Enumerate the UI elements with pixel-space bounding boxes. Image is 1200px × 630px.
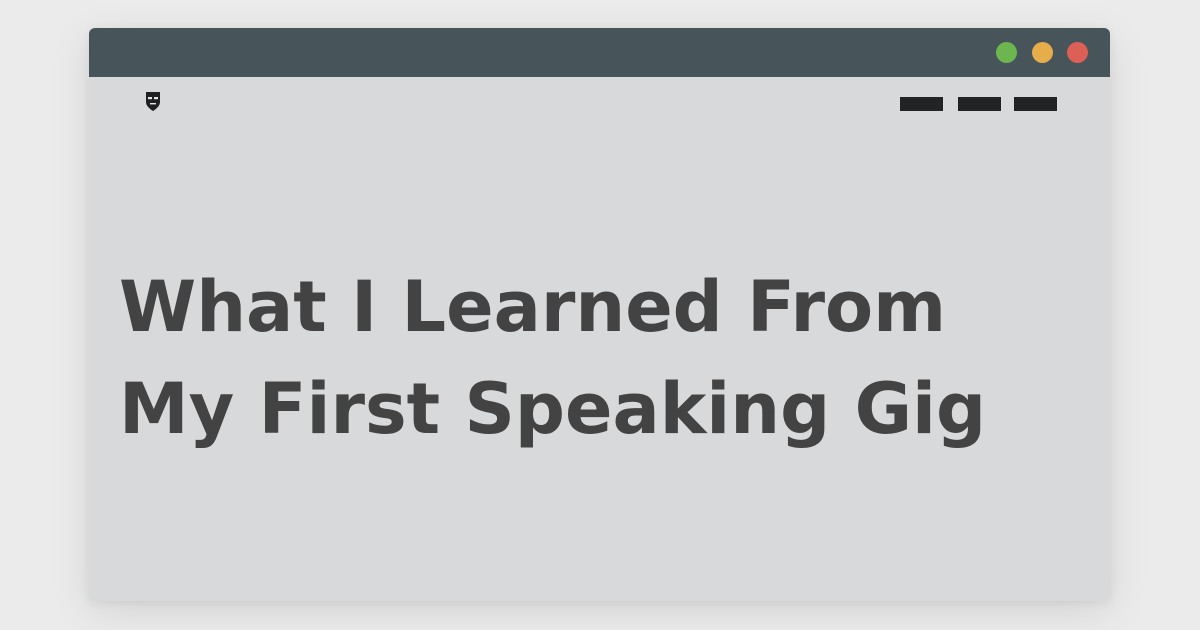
- page-title-line-1: What I Learned From: [119, 266, 947, 348]
- page-title: What I Learned From My First Speaking Gi…: [119, 256, 1079, 460]
- page-title-line-2: My First Speaking Gig: [119, 368, 987, 450]
- nav-item-2[interactable]: [958, 97, 1001, 111]
- browser-window: What I Learned From My First Speaking Gi…: [89, 28, 1110, 601]
- window-titlebar: [89, 28, 1110, 77]
- mask-shield-icon[interactable]: [144, 90, 162, 112]
- nav-item-3[interactable]: [1014, 97, 1057, 111]
- nav-item-1[interactable]: [900, 97, 943, 111]
- maximize-button[interactable]: [996, 42, 1017, 63]
- minimize-button[interactable]: [1032, 42, 1053, 63]
- close-button[interactable]: [1067, 42, 1088, 63]
